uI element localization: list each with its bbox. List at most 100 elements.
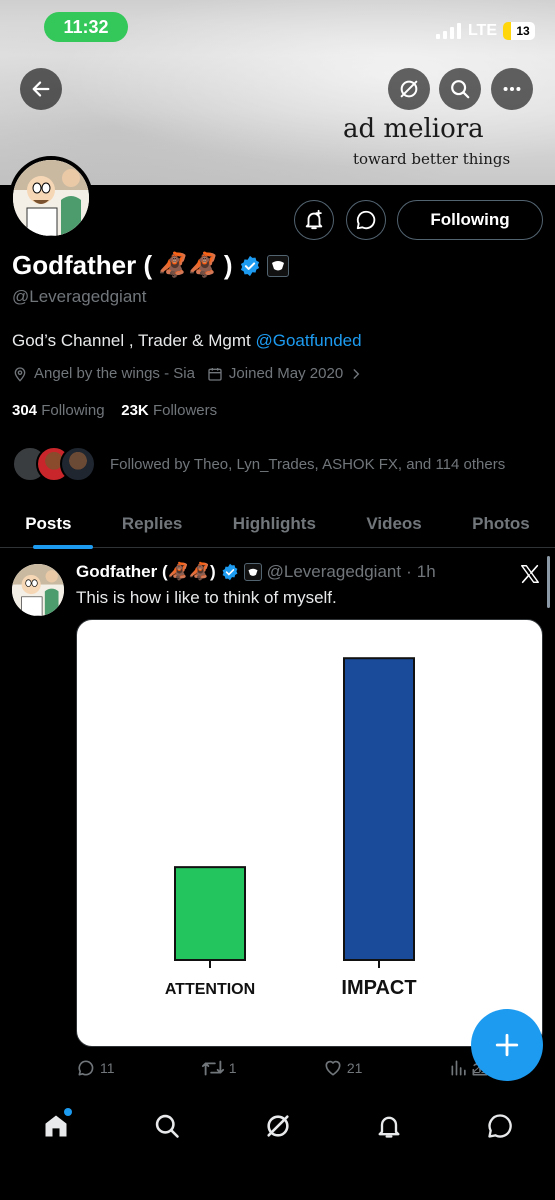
verified-icon[interactable] — [239, 255, 261, 277]
message-icon — [487, 1114, 512, 1138]
notify-button[interactable] — [294, 200, 334, 240]
tab-posts[interactable]: Posts — [21, 506, 75, 542]
bar-impact — [343, 657, 415, 961]
following-count: 304 — [12, 402, 38, 419]
profile-name-end: ) — [223, 250, 233, 280]
post-author-name[interactable]: Godfather (🦧🦧) — [76, 562, 216, 582]
reply-icon — [78, 1060, 94, 1076]
more-icon — [503, 86, 521, 92]
tab-highlights[interactable]: Highlights — [229, 506, 320, 542]
post-engagement: 11 1 21 213 — [76, 1058, 496, 1078]
search-icon — [155, 1114, 179, 1138]
grok-icon — [400, 80, 418, 98]
post-author-handle[interactable]: @Leveragedgiant — [267, 562, 401, 582]
banner-motto: ad meliora — [343, 114, 484, 144]
post-image[interactable]: ATTENTION IMPACT — [76, 619, 543, 1047]
avatar-image — [13, 160, 89, 236]
views-icon — [451, 1060, 466, 1076]
post-author-emoji: 🦧🦧 — [167, 562, 210, 581]
back-button[interactable] — [20, 68, 62, 110]
calendar-icon — [208, 367, 222, 381]
notification-dot — [63, 1108, 72, 1116]
profile-bio: God’s Channel , Trader & Mgmt @Goatfunde… — [12, 331, 362, 351]
search-button[interactable] — [439, 68, 481, 110]
followers-label: Followers — [152, 402, 218, 419]
post-author-text: Godfather ( — [76, 562, 168, 581]
bar-attention — [174, 866, 246, 961]
compose-fab[interactable] — [471, 1009, 543, 1081]
follow-counts: 304 Following 23K Followers — [12, 402, 217, 419]
bar-chart: ATTENTION IMPACT — [165, 657, 417, 999]
profile-name-emoji: 🦧🦧 — [158, 252, 218, 279]
profile-meta: Angel by the wings - Sia Joined May 2020 — [12, 365, 363, 382]
chevron-right-icon[interactable] — [349, 367, 363, 381]
bio-text: God’s Channel , Trader & Mgmt — [12, 331, 256, 350]
profile-handle: @Leveragedgiant — [12, 287, 147, 306]
post-author-end: ) — [209, 562, 216, 581]
tab-photos[interactable]: Photos — [468, 506, 534, 542]
grok-icon — [266, 1115, 289, 1137]
avatar-image — [12, 564, 64, 616]
search-icon — [451, 80, 470, 99]
bottom-nav — [0, 1086, 555, 1200]
verified-icon — [222, 563, 238, 581]
status-indicators: LTE 13 — [435, 20, 535, 42]
like-count: 21 — [346, 1060, 363, 1076]
nav-search[interactable] — [147, 1106, 187, 1146]
scrollbar[interactable] — [547, 556, 550, 608]
goat-badge-icon — [248, 568, 258, 576]
grok-button[interactable] — [388, 68, 430, 110]
message-button[interactable] — [346, 200, 386, 240]
reply-count: 11 — [100, 1060, 115, 1076]
following-button[interactable]: Following — [397, 200, 543, 240]
home-icon — [45, 1115, 66, 1137]
heart-icon — [325, 1060, 341, 1076]
repost-button[interactable]: 1 — [201, 1058, 237, 1078]
tab-replies[interactable]: Replies — [118, 506, 186, 542]
following-link[interactable]: 304 Following — [12, 402, 105, 419]
location-icon — [14, 366, 26, 382]
followers-link[interactable]: 23K Followers — [121, 402, 217, 419]
post-avatar[interactable] — [12, 564, 64, 616]
x-tick-label: ATTENTION — [165, 981, 255, 998]
more-button[interactable] — [491, 68, 533, 110]
followers-count: 23K — [121, 402, 149, 419]
post-time[interactable]: 1h — [417, 562, 436, 582]
affiliate-badge-icon[interactable] — [266, 254, 289, 277]
goat-badge-icon — [271, 260, 284, 270]
plus-icon — [495, 1033, 519, 1057]
status-time: 11:32 — [44, 12, 128, 42]
post-separator: · — [406, 562, 412, 581]
x-logo-icon — [521, 564, 539, 584]
nav-grok[interactable] — [258, 1106, 298, 1146]
bio-link[interactable]: @Goatfunded — [255, 331, 361, 350]
repost-icon — [201, 1060, 224, 1076]
post-header: Godfather (🦧🦧) @Leveragedgiant · 1h — [76, 562, 436, 582]
x-tick-label: IMPACT — [341, 977, 416, 999]
repost-count: 1 — [228, 1060, 237, 1076]
follower-avatar — [60, 446, 96, 482]
tab-videos[interactable]: Videos — [362, 506, 425, 542]
reply-button[interactable]: 11 — [76, 1058, 115, 1078]
arrow-left-icon — [32, 81, 50, 97]
bell-plus-icon — [305, 209, 323, 230]
profile-name: Godfather (🦧🦧) — [12, 250, 289, 281]
profile-avatar[interactable] — [9, 156, 93, 240]
profile-location: Angel by the wings - Sia — [34, 365, 195, 382]
followed-by-text: Followed by Theo, Lyn_Trades, ASHOK FX, … — [110, 455, 506, 473]
nav-home[interactable] — [36, 1106, 76, 1146]
active-tab-indicator — [33, 545, 93, 549]
banner-motto-sub: toward better things — [353, 150, 511, 168]
followed-by[interactable]: Followed by Theo, Lyn_Trades, ASHOK FX, … — [12, 445, 505, 483]
like-button[interactable]: 21 — [323, 1058, 363, 1078]
signal-icon — [435, 23, 461, 39]
post-text: This is how i like to think of myself. — [76, 588, 337, 607]
profile-tabs: Posts Replies Highlights Videos Photos — [0, 500, 555, 548]
following-label: Following — [41, 402, 105, 419]
profile-name-text: Godfather ( — [12, 250, 153, 280]
affiliate-badge-icon — [243, 563, 262, 581]
bell-icon — [378, 1116, 399, 1138]
nav-notifications[interactable] — [369, 1106, 409, 1146]
profile-joined[interactable]: Joined May 2020 — [229, 365, 343, 382]
nav-messages[interactable] — [480, 1106, 520, 1146]
